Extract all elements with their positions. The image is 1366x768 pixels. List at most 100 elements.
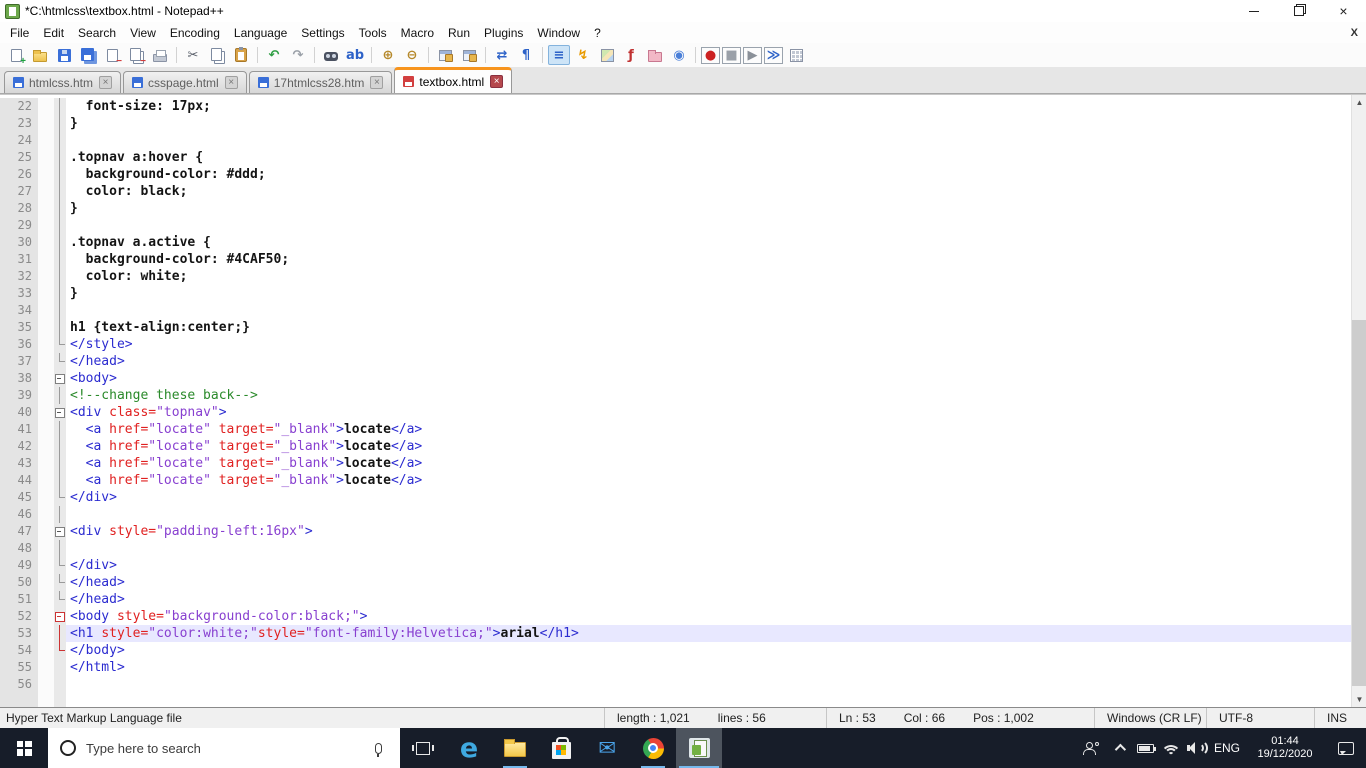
tab-close-icon[interactable]: × [490,75,504,88]
stop-macro-icon[interactable]: ■ [722,46,741,64]
sync-vertical-scrolling-icon[interactable] [434,45,456,65]
redo-icon[interactable]: ↷ [287,45,309,65]
scrollbar-thumb[interactable] [1352,320,1366,686]
microphone-icon[interactable] [375,742,382,757]
zoom-in-icon[interactable]: ⊕ [377,45,399,65]
code-text[interactable]: </head> [66,591,1351,608]
code-text[interactable]: </div> [66,557,1351,574]
code-text[interactable]: font-size: 17px; [66,98,1351,115]
scroll-up-icon[interactable]: ▲ [1352,95,1366,110]
fold-toggle-icon[interactable] [54,404,66,421]
people-button[interactable] [1076,728,1106,768]
menu-macro[interactable]: Macro [394,24,441,42]
code-text[interactable]: <!--change these back--> [66,387,1351,404]
code-text[interactable]: <a href="locate" target="_blank">locate<… [66,472,1351,489]
code-text[interactable]: </head> [66,574,1351,591]
tab-17htmlcss28-htm[interactable]: 17htmlcss28.htm × [248,71,393,93]
close-button[interactable]: × [1321,0,1366,22]
code-text[interactable]: <a href="locate" target="_blank">locate<… [66,438,1351,455]
code-text[interactable]: <div style="padding-left:16px"> [66,523,1351,540]
code-text[interactable]: } [66,115,1351,132]
language-indicator[interactable]: ENG [1210,728,1244,768]
wifi-button[interactable] [1158,728,1184,768]
folder-as-workspace-icon[interactable] [644,45,666,65]
menubar-close-icon[interactable]: X [1351,27,1358,39]
code-text[interactable]: .topnav a:hover { [66,149,1351,166]
show-all-characters-icon[interactable]: ¶ [515,45,537,65]
code-text[interactable]: .topnav a.active { [66,234,1351,251]
document-map-icon[interactable] [596,45,618,65]
code-text[interactable]: background-color: #ddd; [66,166,1351,183]
save-recorded-macro-icon[interactable] [785,45,807,65]
vertical-scrollbar[interactable]: ▲ ▼ [1351,95,1366,707]
menu-encoding[interactable]: Encoding [163,24,227,42]
scroll-down-icon[interactable]: ▼ [1352,692,1366,707]
menu-window[interactable]: Window [530,24,587,42]
menu-edit[interactable]: Edit [36,24,71,42]
save-icon[interactable] [53,45,75,65]
tab-htmlcss-htm[interactable]: htmlcss.htm × [4,71,122,93]
document-monitor-icon[interactable]: ◉ [668,45,690,65]
tab-close-icon[interactable]: × [370,76,384,89]
code-text[interactable]: <a href="locate" target="_blank">locate<… [66,455,1351,472]
record-macro-icon[interactable]: ● [701,46,720,64]
menu-file[interactable]: File [3,24,36,42]
replace-icon[interactable]: ab [344,45,366,65]
tab-close-icon[interactable]: × [99,76,113,89]
new-file-icon[interactable]: + [5,45,27,67]
show-hidden-icons-button[interactable] [1106,728,1132,768]
code-text[interactable]: color: white; [66,268,1351,285]
taskbar-app-edge[interactable]: e [446,728,492,768]
menu-settings[interactable]: Settings [294,24,351,42]
close-file-icon[interactable]: − [101,45,123,67]
open-file-icon[interactable] [29,45,51,65]
code-text[interactable]: h1 {text-align:center;} [66,319,1351,336]
restore-button[interactable] [1276,0,1321,22]
print-icon[interactable] [149,45,171,65]
menu-search[interactable]: Search [71,24,123,42]
code-text[interactable]: } [66,285,1351,302]
code-text[interactable]: </style> [66,336,1351,353]
action-center-button[interactable] [1326,728,1366,768]
menu-tools[interactable]: Tools [352,24,394,42]
fold-toggle-icon[interactable] [54,608,66,625]
function-completion-icon[interactable]: ↯ [572,45,594,65]
menu-language[interactable]: Language [227,24,294,42]
zoom-out-icon[interactable]: ⊖ [401,45,423,65]
taskbar-app-mail[interactable]: ✉ [584,728,630,768]
code-area[interactable]: 22 font-size: 17px; 23} 24 25 .topnav a:hove… [0,95,1351,707]
code-text[interactable]: <div class="topnav"> [66,404,1351,421]
clock[interactable]: 01:44 19/12/2020 [1244,728,1326,768]
code-text[interactable]: } [66,200,1351,217]
taskbar-search[interactable]: Type here to search [48,728,400,768]
code-text[interactable]: </html> [66,659,1351,676]
function-list-icon[interactable]: ƒ [620,45,642,65]
taskbar-app-microsoft-store[interactable] [538,728,584,768]
paste-icon[interactable] [230,45,252,65]
run-macro-multiple-times-icon[interactable]: ≫ [764,46,783,64]
code-text[interactable]: </body> [66,642,1351,659]
fold-toggle-icon[interactable] [54,370,66,387]
tab-csspage-html[interactable]: csspage.html × [123,71,247,93]
volume-button[interactable] [1184,728,1210,768]
tab-close-icon[interactable]: × [224,76,238,89]
taskbar-app-chrome[interactable] [630,728,676,768]
menu-help[interactable]: ? [587,24,608,42]
code-text[interactable] [66,302,1351,319]
code-text[interactable]: </div> [66,489,1351,506]
minimize-button[interactable] [1231,0,1276,22]
copy-icon[interactable] [206,45,228,65]
fold-toggle-icon[interactable] [54,523,66,540]
code-text[interactable] [66,540,1351,557]
find-icon[interactable] [320,45,342,65]
sync-horizontal-scrolling-icon[interactable] [458,45,480,65]
battery-button[interactable] [1132,728,1158,768]
taskbar-app-notepad-plus-plus[interactable] [676,728,722,768]
code-text[interactable]: <a href="locate" target="_blank">locate<… [66,421,1351,438]
play-macro-icon[interactable]: ▶ [743,46,762,64]
code-text[interactable]: <body> [66,370,1351,387]
word-wrap-icon[interactable]: ⇄ [491,45,513,65]
code-text[interactable] [66,506,1351,523]
task-view-button[interactable] [400,728,446,768]
code-text[interactable]: color: black; [66,183,1351,200]
